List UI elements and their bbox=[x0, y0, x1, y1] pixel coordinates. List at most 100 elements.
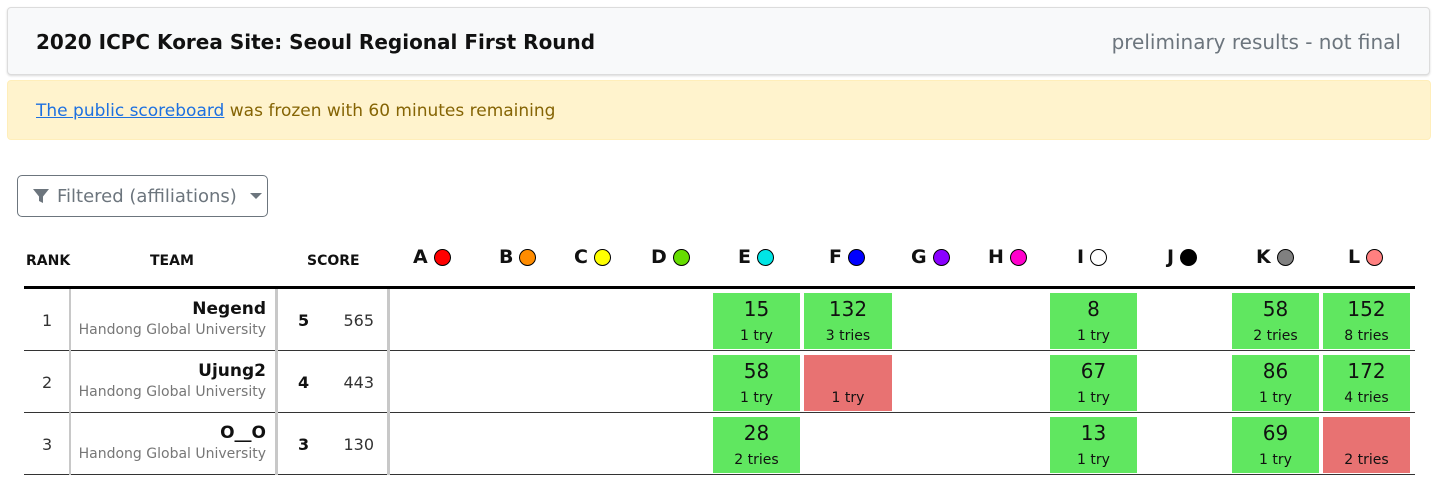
team-name[interactable]: Negend bbox=[192, 299, 266, 319]
problem-label: E bbox=[738, 246, 751, 268]
balloon-icon bbox=[756, 248, 774, 266]
problem-cell-e[interactable]: 58 1 try bbox=[713, 355, 800, 411]
solve-time: 15 bbox=[743, 297, 770, 321]
filter-icon bbox=[33, 189, 49, 203]
problem-header-f[interactable]: F bbox=[829, 243, 865, 271]
problem-header-c[interactable]: C bbox=[574, 243, 611, 271]
balloon-icon bbox=[1276, 248, 1294, 266]
table-row[interactable]: 1 Negend Handong Global University 5 565 15 1 … bbox=[0, 289, 1439, 351]
tries-count: 2 tries bbox=[1344, 452, 1389, 468]
tries-count: 1 try bbox=[1259, 390, 1292, 406]
problem-label: H bbox=[988, 246, 1004, 268]
solved-count: 4 bbox=[298, 373, 310, 392]
balloon-icon bbox=[1366, 248, 1384, 266]
team-header: TEAM bbox=[150, 253, 194, 269]
problem-cell-l[interactable]: 172 4 tries bbox=[1323, 355, 1410, 411]
frozen-alert: The public scoreboard was frozen with 60… bbox=[7, 80, 1431, 140]
balloon-icon bbox=[1180, 248, 1198, 266]
problem-cell-i[interactable]: 8 1 try bbox=[1050, 293, 1137, 349]
page-header: 2020 ICPC Korea Site: Seoul Regional Fir… bbox=[7, 7, 1430, 75]
problem-cell-e[interactable]: 15 1 try bbox=[713, 293, 800, 349]
solve-time: 172 bbox=[1347, 359, 1386, 383]
table-row[interactable]: 2 Ujung2 Handong Global University 4 443 58 1 … bbox=[0, 351, 1439, 413]
balloon-icon bbox=[519, 248, 537, 266]
solve-time: 8 bbox=[1087, 297, 1100, 321]
problem-cell-k[interactable]: 69 1 try bbox=[1232, 417, 1319, 473]
balloon-icon bbox=[1009, 248, 1027, 266]
team-name[interactable]: O__O bbox=[220, 423, 266, 443]
tries-count: 1 try bbox=[831, 390, 865, 406]
filter-dropdown-button[interactable]: Filtered (affiliations) bbox=[17, 175, 268, 217]
table-row[interactable]: 3 O__O Handong Global University 3 130 28 2 tr… bbox=[0, 413, 1439, 475]
problem-header-k[interactable]: K bbox=[1256, 243, 1294, 271]
problem-label: K bbox=[1256, 246, 1271, 268]
tries-count: 3 tries bbox=[825, 328, 871, 344]
tries-count: 8 tries bbox=[1344, 328, 1389, 344]
problem-header-h[interactable]: H bbox=[988, 243, 1027, 271]
problem-label: G bbox=[911, 246, 927, 268]
penalty-time: 130 bbox=[343, 435, 374, 454]
problem-header-i[interactable]: I bbox=[1077, 243, 1108, 271]
solve-time: 58 bbox=[1262, 297, 1289, 321]
problem-header-g[interactable]: G bbox=[911, 243, 950, 271]
penalty-time: 565 bbox=[343, 311, 374, 330]
problem-header-b[interactable]: B bbox=[499, 243, 537, 271]
problem-cell-e[interactable]: 28 2 tries bbox=[713, 417, 800, 473]
score-header: SCORE bbox=[307, 253, 360, 269]
results-status: preliminary results - not final bbox=[1111, 30, 1401, 54]
team-rank: 1 bbox=[42, 311, 53, 330]
tries-count: 1 try bbox=[1077, 328, 1110, 344]
balloon-icon bbox=[932, 248, 950, 266]
problem-cell-k[interactable]: 86 1 try bbox=[1232, 355, 1319, 411]
tries-count: 1 try bbox=[1259, 452, 1292, 468]
balloon-icon bbox=[433, 248, 451, 266]
solve-time: 152 bbox=[1347, 297, 1386, 321]
balloon-icon bbox=[593, 248, 611, 266]
solve-time: 58 bbox=[743, 359, 770, 383]
public-scoreboard-link[interactable]: The public scoreboard bbox=[36, 101, 224, 121]
problem-cell-i[interactable]: 13 1 try bbox=[1050, 417, 1137, 473]
solve-time: 13 bbox=[1080, 421, 1107, 445]
solved-count: 3 bbox=[298, 435, 310, 454]
problem-cell-i[interactable]: 67 1 try bbox=[1050, 355, 1137, 411]
team-rank: 3 bbox=[42, 435, 53, 454]
balloon-icon bbox=[847, 248, 865, 266]
problem-label: I bbox=[1077, 246, 1085, 268]
solve-time: 86 bbox=[1262, 359, 1289, 383]
problem-label: D bbox=[651, 246, 667, 268]
solved-count: 5 bbox=[298, 311, 310, 330]
problem-cell-f[interactable]: 1 try bbox=[804, 355, 892, 411]
problem-label: L bbox=[1348, 246, 1361, 268]
problem-header-e[interactable]: E bbox=[738, 243, 774, 271]
rank-header: RANK bbox=[26, 253, 71, 269]
problem-cell-f[interactable]: 132 3 tries bbox=[804, 293, 892, 349]
tries-count: 4 tries bbox=[1344, 390, 1389, 406]
solve-time: 132 bbox=[828, 297, 868, 321]
tries-count: 2 tries bbox=[734, 452, 779, 468]
problem-label: A bbox=[413, 246, 428, 268]
team-affiliation: Handong Global University bbox=[78, 384, 266, 400]
balloon-icon bbox=[672, 248, 690, 266]
team-rank: 2 bbox=[42, 373, 53, 392]
problem-label: C bbox=[574, 246, 588, 268]
solve-time: 69 bbox=[1262, 421, 1289, 445]
problem-header-l[interactable]: L bbox=[1348, 243, 1384, 271]
penalty-time: 443 bbox=[343, 373, 374, 392]
problem-header-a[interactable]: A bbox=[413, 243, 451, 271]
solve-time: 67 bbox=[1080, 359, 1107, 383]
chevron-down-icon bbox=[249, 193, 262, 199]
problem-header-d[interactable]: D bbox=[651, 243, 690, 271]
tries-count: 2 tries bbox=[1253, 328, 1298, 344]
problem-header-j[interactable]: J bbox=[1167, 243, 1198, 271]
balloon-icon bbox=[1090, 248, 1108, 266]
team-name[interactable]: Ujung2 bbox=[198, 361, 266, 381]
tries-count: 1 try bbox=[740, 328, 773, 344]
team-affiliation: Handong Global University bbox=[78, 322, 266, 338]
problem-cell-k[interactable]: 58 2 tries bbox=[1232, 293, 1319, 349]
problem-label: J bbox=[1167, 246, 1175, 268]
problem-label: F bbox=[829, 246, 842, 268]
alert-message: was frozen with 60 minutes remaining bbox=[224, 101, 556, 121]
filter-label: Filtered (affiliations) bbox=[57, 185, 237, 207]
problem-cell-l[interactable]: 2 tries bbox=[1323, 417, 1410, 473]
problem-cell-l[interactable]: 152 8 tries bbox=[1323, 293, 1410, 349]
